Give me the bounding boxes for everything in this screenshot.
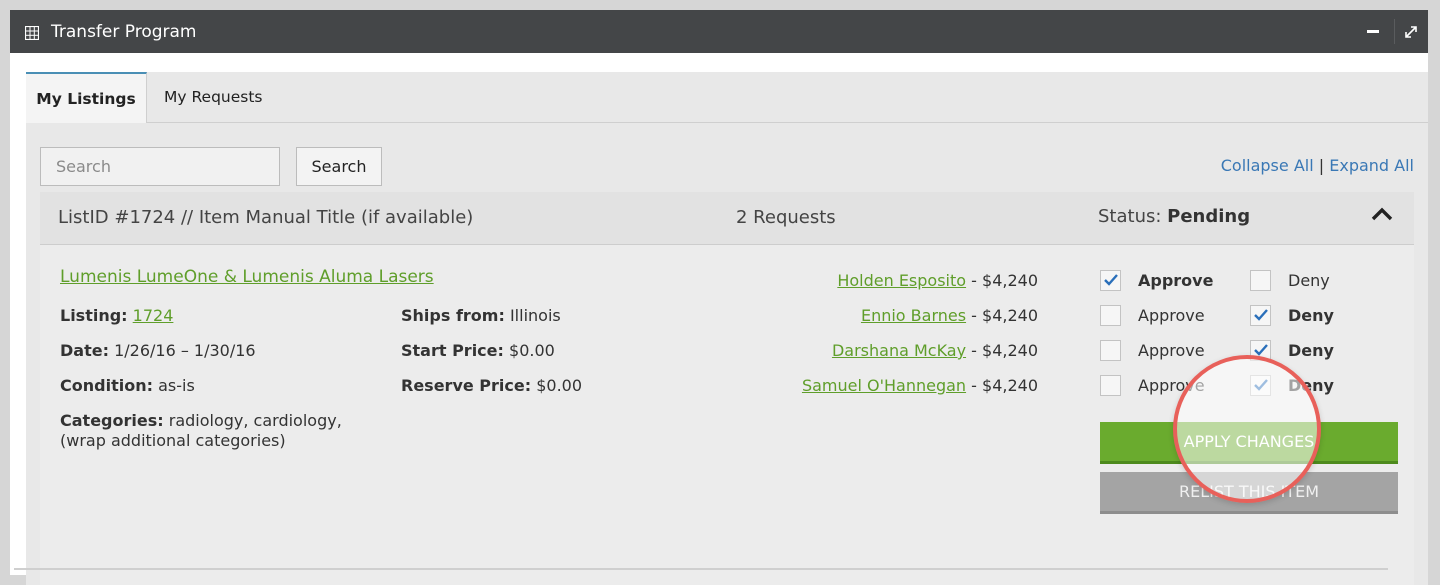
ships-from-field: Ships from: Illinois [401, 306, 561, 325]
collapse-toggle[interactable] [1370, 206, 1396, 228]
approve-checkbox[interactable] [1100, 305, 1121, 326]
deny-label: Deny [1288, 271, 1330, 290]
request-amount: - $4,240 [966, 376, 1038, 395]
field-value: Illinois [509, 306, 561, 325]
chevron-up-icon [1371, 207, 1393, 221]
request-amount: - $4,240 [966, 306, 1038, 325]
minus-icon [1367, 29, 1379, 33]
request-amount: - $4,240 [966, 271, 1038, 290]
field-label: Categories: [60, 411, 164, 430]
request-row: Samuel O'Hannegan - $4,240 [802, 376, 1038, 395]
tab-label: My Requests [164, 88, 263, 106]
expand-all-link[interactable]: Expand All [1329, 156, 1414, 175]
field-value: $0.00 [536, 376, 583, 395]
field-value: as-is [158, 376, 195, 395]
expand-arrows-icon [1405, 25, 1417, 38]
search-button[interactable]: Search [296, 147, 382, 186]
item-title-link[interactable]: Lumenis LumeOne & Lumenis Aluma Lasers [60, 267, 434, 287]
content-panel: My Listings My Requests Search Collapse … [26, 72, 1428, 585]
approve-label: Approve [1138, 271, 1214, 290]
field-label: Condition: [60, 376, 153, 395]
expand-button[interactable] [1394, 10, 1428, 53]
deny-label: Deny [1288, 341, 1334, 360]
status-label: Status: [1098, 206, 1162, 227]
requester-name-link[interactable]: Darshana McKay [832, 341, 966, 360]
approve-label: Approve [1138, 341, 1205, 360]
tab-my-listings[interactable]: My Listings [26, 72, 147, 123]
requester-name-link[interactable]: Holden Esposito [837, 271, 966, 290]
approve-checkbox[interactable] [1100, 340, 1121, 361]
status-value: Pending [1167, 206, 1251, 227]
requester-name-link[interactable]: Ennio Barnes [861, 306, 966, 325]
window-title: Transfer Program [51, 21, 197, 42]
date-field: Date: 1/26/16 – 1/30/16 [60, 341, 256, 360]
field-label: Start Price: [401, 341, 504, 360]
deny-checkbox[interactable] [1250, 270, 1271, 291]
highlight-ring [1173, 355, 1321, 503]
request-count: 2 Requests [736, 207, 836, 228]
listing-card-header[interactable]: ListID #1724 // Item Manual Title (if av… [40, 192, 1414, 245]
request-row: Ennio Barnes - $4,240 [861, 306, 1038, 325]
checkmark-icon [1104, 274, 1118, 286]
categories-field: Categories: radiology, cardiology, (wrap… [60, 411, 342, 451]
condition-field: Condition: as-is [60, 376, 195, 395]
collapse-expand-links: Collapse All | Expand All [1221, 156, 1414, 175]
request-row: Holden Esposito - $4,240 [837, 271, 1038, 290]
approve-checkbox[interactable] [1100, 270, 1121, 291]
search-input[interactable] [40, 147, 280, 186]
listing-field: Listing: 1724 [60, 306, 173, 325]
field-label: Listing: [60, 306, 128, 325]
field-label: Reserve Price: [401, 376, 532, 395]
field-label: Ships from: [401, 306, 505, 325]
tab-my-requests[interactable]: My Requests [164, 72, 263, 122]
reserve-price-field: Reserve Price: $0.00 [401, 376, 582, 395]
approve-checkbox[interactable] [1100, 375, 1121, 396]
collapse-all-link[interactable]: Collapse All [1221, 156, 1314, 175]
minimize-button[interactable] [1356, 10, 1390, 53]
listing-number-link[interactable]: 1724 [133, 306, 174, 325]
checkmark-icon [1254, 309, 1268, 321]
approve-label: Approve [1138, 306, 1205, 325]
field-value: radiology, cardiology, [168, 411, 342, 430]
table-icon [24, 25, 40, 40]
field-value: $0.00 [509, 341, 555, 360]
card-bottom-border [14, 568, 1388, 570]
tab-label: My Listings [36, 89, 136, 108]
field-value-continued: (wrap additional categories) [60, 431, 286, 450]
field-value: 1/26/16 – 1/30/16 [114, 341, 256, 360]
listing-status: Status: Pending [1098, 206, 1250, 227]
link-separator: | [1318, 156, 1325, 175]
requester-name-link[interactable]: Samuel O'Hannegan [802, 376, 966, 395]
tab-bar: My Listings My Requests [26, 72, 1428, 123]
request-row: Darshana McKay - $4,240 [832, 341, 1038, 360]
request-amount: - $4,240 [966, 341, 1038, 360]
start-price-field: Start Price: $0.00 [401, 341, 555, 360]
deny-label: Deny [1288, 306, 1334, 325]
deny-checkbox[interactable] [1250, 305, 1271, 326]
window-titlebar: Transfer Program [10, 10, 1428, 53]
listing-id-title: ListID #1724 // Item Manual Title (if av… [58, 207, 474, 228]
field-label: Date: [60, 341, 109, 360]
